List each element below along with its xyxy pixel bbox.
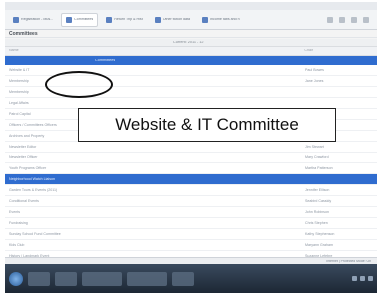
taskbar-app[interactable]: [55, 271, 77, 286]
favicon-icon: [13, 16, 19, 23]
callout-label: Website & IT Committee: [78, 108, 336, 142]
group-header-row[interactable]: Committees: [5, 56, 377, 65]
browser-tab[interactable]: Registration - Mus...: [9, 14, 57, 26]
committee-chair: Paul Bowes: [305, 67, 324, 72]
committee-chair: Mary Crawford: [305, 155, 329, 160]
browser-tab-active[interactable]: Committees: [61, 12, 99, 27]
committee-chair: Jennifer Ellison: [305, 188, 330, 193]
committee-name[interactable]: Kids Club: [9, 243, 24, 247]
list-item[interactable]: Newsletter Officer Mary Crawford: [5, 153, 377, 164]
tab-label: Other fiction data: [162, 17, 191, 21]
list-item[interactable]: Neighborhood Watch Liaison: [5, 174, 377, 186]
favicon-icon: [66, 16, 73, 23]
committee-name[interactable]: Youth Programs Officer: [9, 166, 46, 170]
list-rows: Website & IT Paul Bowes Membership Jane Jon…: [5, 65, 377, 284]
column-header-chair[interactable]: Chair: [304, 49, 313, 53]
list-item[interactable]: Conditional Events Seabird Cassidy: [5, 196, 377, 208]
committee-name[interactable]: Officers / Committees Officers: [9, 123, 57, 127]
tab-label: Committees: [74, 17, 94, 21]
print-icon[interactable]: [351, 16, 357, 23]
tab-label: Return Trip & Hist: [114, 17, 143, 21]
committee-chair: Kathy Stephenson: [305, 232, 335, 237]
home-icon[interactable]: [327, 16, 333, 23]
committee-chair: Jim Stewart: [305, 144, 324, 149]
list-item[interactable]: Fundraising Chris Stephen: [5, 218, 377, 230]
committee-chair: Maryann Graham: [305, 242, 333, 247]
taskbar-app[interactable]: [172, 271, 194, 286]
slide: Registration - Mus... Committees Return …: [0, 0, 384, 295]
committee-chair: Jane Jones: [305, 78, 324, 83]
tools-icon[interactable]: [363, 16, 369, 23]
list-item[interactable]: Events John Robinson: [5, 207, 377, 219]
favicon-icon: [202, 16, 209, 23]
column-header-name[interactable]: Name: [9, 49, 19, 53]
favicon-icon: [106, 16, 113, 23]
list-item[interactable]: Kids Club Maryann Graham: [5, 240, 377, 251]
list-item[interactable]: Sunday School Fund Committee Kathy Stephe…: [5, 229, 377, 240]
committee-name[interactable]: Membership: [9, 79, 29, 83]
browser-tab-bar: Registration - Mus... Committees Return …: [5, 10, 377, 30]
committee-chair: Martha Patterson: [305, 166, 333, 171]
committee-name[interactable]: Patrol Capital: [9, 112, 31, 116]
list-item[interactable]: Youth Programs Officer Martha Patterson: [5, 163, 377, 175]
taskbar-app[interactable]: [28, 271, 50, 286]
committee-name[interactable]: Archives and Property: [9, 134, 44, 138]
committee-chair: John Robinson: [305, 210, 329, 215]
toolbar-icons: [327, 16, 369, 23]
filter-label: Current: 2011 - 12: [173, 40, 204, 44]
committee-name[interactable]: Garden Tours & Events (2011): [9, 188, 57, 192]
committee-name[interactable]: Membership: [9, 90, 29, 94]
committee-name[interactable]: Website & IT: [9, 68, 30, 72]
browser-screenshot: Registration - Mus... Committees Return …: [5, 2, 377, 293]
list-item[interactable]: Garden Tours & Events (2011) Jennifer Ell…: [5, 185, 377, 197]
tab-label: Registration - Mus...: [21, 17, 54, 21]
committee-name[interactable]: Sunday School Fund Committee: [9, 232, 61, 236]
browser-tab[interactable]: Other fiction data: [151, 14, 194, 26]
taskbar-app[interactable]: [82, 271, 122, 286]
divider: [5, 37, 377, 38]
browser-tab[interactable]: Income tabs and n: [198, 14, 244, 26]
clock-icon[interactable]: [368, 276, 373, 281]
committee-name[interactable]: Fundraising: [9, 221, 28, 225]
browser-tab[interactable]: Return Trip & Hist: [102, 14, 146, 26]
taskbar: [5, 264, 377, 293]
filter-bar[interactable]: Current: 2011 - 12: [5, 39, 377, 47]
committee-name[interactable]: Events: [9, 210, 20, 214]
system-tray: [352, 276, 373, 281]
taskbar-app[interactable]: [127, 271, 167, 286]
start-button[interactable]: [9, 271, 23, 286]
committee-chair: Seabird Cassidy: [305, 199, 332, 204]
committee-name[interactable]: Legal Affairs: [9, 101, 29, 105]
committee-name[interactable]: Newsletter Officer: [9, 155, 38, 159]
volume-icon[interactable]: [360, 276, 365, 281]
committee-name[interactable]: Neighborhood Watch Liaison: [9, 177, 55, 181]
feeds-icon[interactable]: [339, 16, 345, 23]
group-label: Committees: [95, 58, 116, 62]
committee-name[interactable]: Newsletter Editor: [9, 145, 36, 149]
network-icon[interactable]: [352, 276, 357, 281]
list-item[interactable]: Newsletter Editor Jim Stewart: [5, 142, 377, 153]
status-text: Internet | Protected Mode: On: [326, 259, 371, 263]
committee-name[interactable]: Conditional Events: [9, 199, 39, 203]
tab-label: Income tabs and n: [210, 17, 240, 21]
favicon-icon: [154, 16, 161, 23]
committee-chair: Chris Stephen: [305, 221, 328, 226]
highlight-ellipse: [45, 71, 113, 98]
column-headers: Name Chair: [5, 47, 377, 56]
